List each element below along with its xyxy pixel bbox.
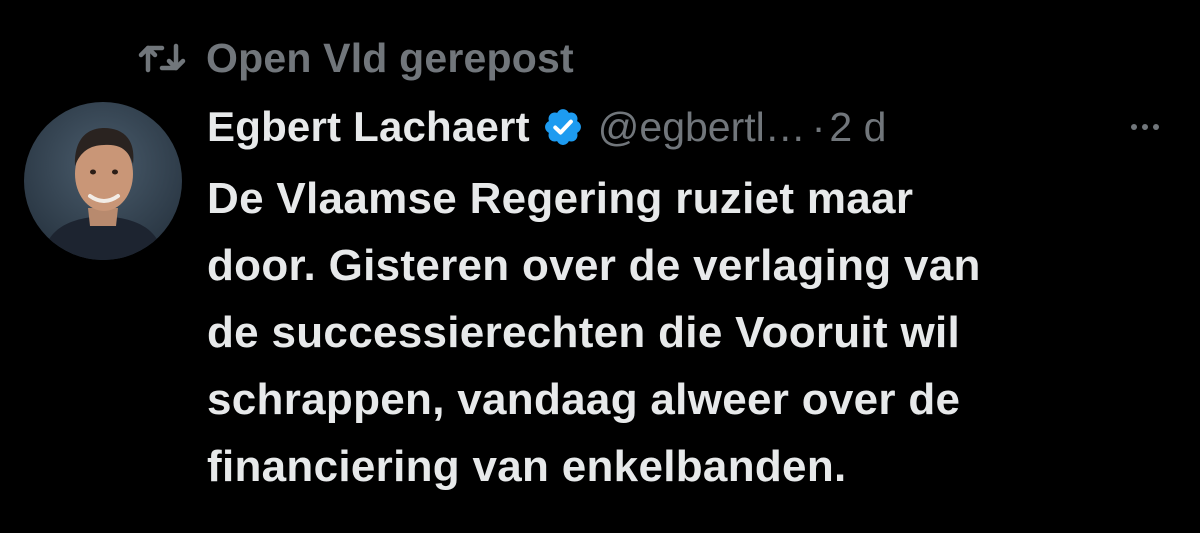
- repost-label[interactable]: Open Vld gerepost: [206, 35, 574, 82]
- post-header: Egbert Lachaert @egbertl… · 2 d: [207, 96, 1170, 158]
- tweet-text-line: De Vlaamse Regering ruziet maar: [207, 174, 914, 223]
- tweet-text-line: schrappen, vandaag alweer over de: [207, 375, 961, 424]
- tweet-text-line: de successierechten die Vooruit wil: [207, 308, 961, 357]
- author-handle[interactable]: @egbertl…: [598, 104, 806, 151]
- repost-indicator: Open Vld gerepost: [136, 30, 574, 86]
- more-icon: [1130, 118, 1160, 136]
- avatar[interactable]: [24, 102, 182, 260]
- repost-icon: [136, 38, 188, 78]
- verified-badge-icon[interactable]: [540, 104, 586, 150]
- post-timestamp[interactable]: 2 d: [829, 104, 886, 151]
- tweet-text-line: door. Gisteren over de verlaging van: [207, 241, 981, 290]
- more-options-button[interactable]: [1120, 102, 1170, 152]
- tweet-text: De Vlaamse Regering ruziet maar door. Gi…: [207, 165, 1187, 500]
- author-name[interactable]: Egbert Lachaert: [207, 103, 530, 151]
- separator-dot: ·: [811, 103, 826, 150]
- tweet-text-line: financiering van enkelbanden.: [207, 442, 847, 491]
